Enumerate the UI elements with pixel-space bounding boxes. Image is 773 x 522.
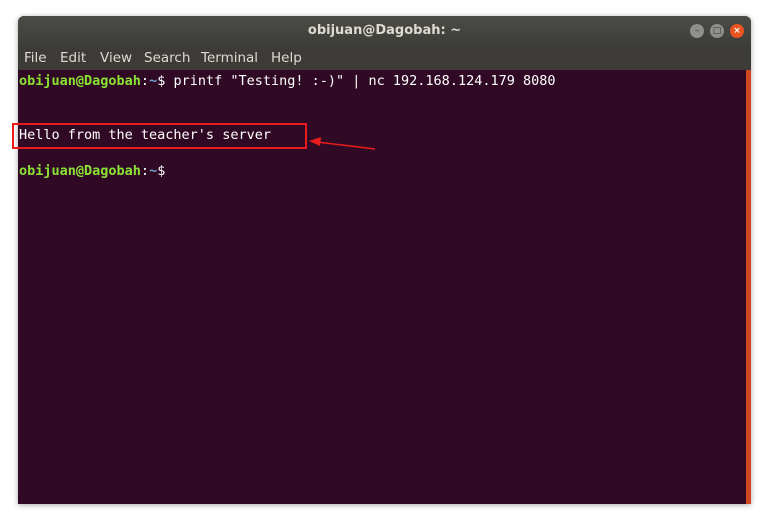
menu-search[interactable]: Search (144, 46, 190, 70)
menu-terminal[interactable]: Terminal (201, 46, 258, 70)
prompt-path: ~ (149, 73, 158, 89)
menu-edit[interactable]: Edit (60, 46, 86, 70)
maximize-icon[interactable]: □ (710, 24, 724, 38)
annotation-highlight-box (12, 123, 307, 149)
prompt-separator: : (140, 163, 150, 179)
command-line: obijuan@Dagobah:~$ printf "Testing! :-)"… (19, 72, 555, 90)
prompt-user-host: obijuan@Dagobah (19, 73, 141, 89)
prompt-symbol: $ (157, 163, 166, 179)
command-text: printf "Testing! :-)" | nc 192.168.124.1… (165, 73, 556, 89)
prompt-separator: : (140, 73, 150, 89)
prompt-user-host: obijuan@Dagobah (19, 163, 141, 179)
scrollbar[interactable] (746, 70, 751, 504)
window-title: obijuan@Dagobah: ~ (307, 23, 462, 38)
prompt-path: ~ (149, 163, 158, 179)
close-icon[interactable]: × (730, 24, 744, 38)
menu-bar: File Edit View Search Terminal Help (18, 46, 751, 70)
menu-file[interactable]: File (24, 46, 47, 70)
menu-help[interactable]: Help (271, 46, 302, 70)
current-prompt-line: obijuan@Dagobah:~$ (19, 162, 165, 180)
menu-view[interactable]: View (100, 46, 132, 70)
terminal-window: obijuan@Dagobah: ~ – □ × File Edit View … (18, 16, 751, 504)
arrow-left-icon (309, 137, 376, 150)
title-bar[interactable]: obijuan@Dagobah: ~ – □ × (18, 16, 751, 46)
minimize-icon[interactable]: – (690, 24, 704, 38)
